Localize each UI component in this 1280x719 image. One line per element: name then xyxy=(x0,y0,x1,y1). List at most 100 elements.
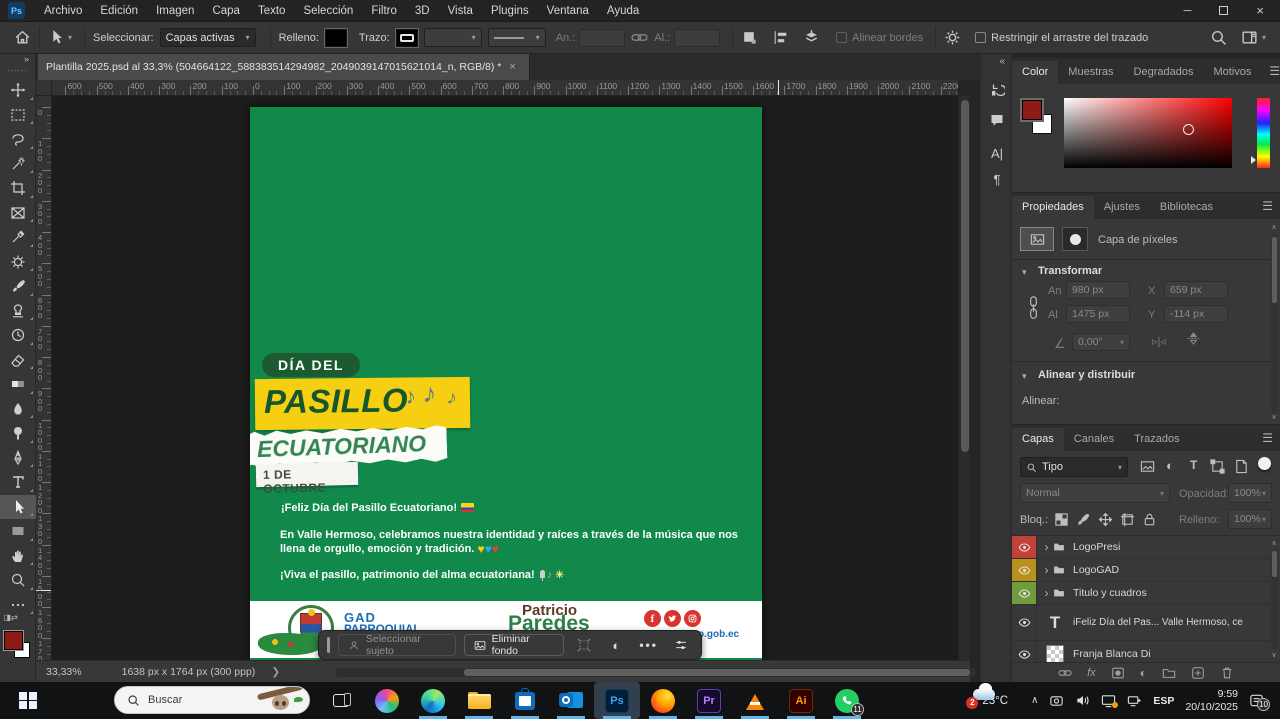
layer-row[interactable]: ›LogoPresi xyxy=(1012,536,1270,559)
menu-item-texto[interactable]: Texto xyxy=(249,5,295,17)
document-tab[interactable]: Plantilla 2025.psd al 33,3% (504664122_5… xyxy=(38,54,530,80)
layer-effects-icon[interactable]: fx xyxy=(1087,667,1096,679)
comments-icon[interactable] xyxy=(981,112,1013,128)
filter-shape-icon[interactable] xyxy=(1210,459,1225,474)
tab-capas[interactable]: Capas xyxy=(1012,428,1064,451)
eyedropper-tool[interactable] xyxy=(0,225,36,250)
layer-name[interactable]: LogoGAD xyxy=(1073,564,1119,576)
search-input[interactable]: Buscar xyxy=(114,686,310,714)
fill-swatch[interactable] xyxy=(325,29,347,47)
projecting-tray-icon[interactable] xyxy=(1101,693,1116,708)
healing-brush-tool[interactable] xyxy=(0,250,36,275)
tab-trazados[interactable]: Trazados xyxy=(1124,428,1189,451)
lasso-tool[interactable] xyxy=(0,127,36,152)
paragraph-panel-icon[interactable]: ¶ xyxy=(981,172,1013,187)
layer-name[interactable]: Titulo y cuadros xyxy=(1073,587,1147,599)
link-layers-icon[interactable] xyxy=(1058,666,1072,680)
vertical-ruler[interactable]: 01 0 02 0 03 0 04 0 05 0 06 0 07 0 08 0 … xyxy=(36,96,52,660)
workspace-caret[interactable]: ▾ xyxy=(1262,33,1266,42)
menu-item-plugins[interactable]: Plugins xyxy=(482,5,538,17)
notification-center-icon[interactable]: 10 xyxy=(1249,693,1264,708)
properties-scrollbar[interactable] xyxy=(1271,233,1278,413)
ruler-origin-corner[interactable] xyxy=(36,80,52,96)
history-brush-tool[interactable] xyxy=(0,323,36,348)
align-edges-checkbox[interactable] xyxy=(836,32,847,43)
filter-smartobject-icon[interactable] xyxy=(1234,459,1249,474)
menu-item-archivo[interactable]: Archivo xyxy=(35,5,91,17)
properties-sliders-icon[interactable] xyxy=(669,638,693,652)
status-flyout-icon[interactable]: ❯ xyxy=(271,666,280,678)
canvas-horizontal-scrollbar[interactable] xyxy=(336,668,976,677)
canvas-vertical-scrollbar[interactable] xyxy=(958,96,970,660)
visibility-eye-icon[interactable] xyxy=(1012,536,1037,558)
taskbar-app-edge[interactable] xyxy=(410,682,456,719)
width-field[interactable] xyxy=(579,29,625,47)
menu-item-ayuda[interactable]: Ayuda xyxy=(598,5,648,17)
flip-vertical-icon[interactable] xyxy=(1186,331,1201,346)
blur-tool[interactable] xyxy=(0,397,36,422)
tab-degradados[interactable]: Degradados xyxy=(1124,61,1204,84)
tab-muestras[interactable]: Muestras xyxy=(1058,61,1123,84)
foreground-color-swatch[interactable] xyxy=(4,631,23,650)
scroll-down-icon[interactable]: ∨ xyxy=(1270,413,1278,421)
tab-color[interactable]: Color xyxy=(1012,61,1058,84)
tab-propiedades[interactable]: Propiedades xyxy=(1012,196,1094,219)
taskbar-app-outlook[interactable] xyxy=(548,682,594,719)
pixel-layer-thumb-icon[interactable] xyxy=(1020,227,1054,251)
toolbar-expand-icon[interactable]: » xyxy=(24,54,35,68)
new-layer-icon[interactable] xyxy=(1191,666,1205,680)
constrain-path-checkbox[interactable] xyxy=(975,32,986,43)
eraser-tool[interactable] xyxy=(0,348,36,373)
select-mode-dropdown[interactable]: Capas activas▾ xyxy=(160,28,256,47)
path-arrangement-icon[interactable] xyxy=(803,29,820,46)
panel-menu-icon[interactable]: ☰ xyxy=(1261,64,1280,84)
home-icon[interactable] xyxy=(14,29,31,46)
layer-row[interactable]: TiFeliz Día del Pas... Valle Hermoso, ce xyxy=(1012,605,1270,641)
speaker-icon[interactable] xyxy=(1075,693,1090,708)
color-field[interactable] xyxy=(1064,98,1232,168)
move-tool-icon[interactable] xyxy=(48,29,65,46)
flip-horizontal-icon[interactable]: ▹|◃ xyxy=(1152,335,1166,348)
menu-item-edición[interactable]: Edición xyxy=(91,5,147,17)
menu-item-imagen[interactable]: Imagen xyxy=(147,5,203,17)
layer-name[interactable]: Franja Blanca Di xyxy=(1073,648,1151,660)
tab-close-icon[interactable]: × xyxy=(509,61,515,73)
link-wh-icon[interactable] xyxy=(1026,295,1041,321)
hue-slider[interactable] xyxy=(1257,98,1270,168)
rectangle-tool[interactable] xyxy=(0,519,36,544)
tab-motivos[interactable]: Motivos xyxy=(1203,61,1261,84)
group-folder-icon[interactable]: › xyxy=(1037,540,1073,554)
menu-item-filtro[interactable]: Filtro xyxy=(362,5,406,17)
tray-expand-icon[interactable]: ∧ xyxy=(1031,695,1038,706)
menu-item-ventana[interactable]: Ventana xyxy=(538,5,598,17)
taskbar-app-illustrator[interactable]: Ai xyxy=(778,682,824,719)
menu-item-selección[interactable]: Selección xyxy=(294,5,362,17)
angle-field[interactable]: 0,00°▾ xyxy=(1072,333,1130,351)
canvas-area[interactable]: DÍA DEL PASILLO ♪ ♪ ♪ ECUATORIANO 1 DE O… xyxy=(52,96,958,660)
taskbar-app-store[interactable] xyxy=(502,682,548,719)
taskbar-app-vlc[interactable] xyxy=(732,682,778,719)
taskbar-app-premiere[interactable]: Pr xyxy=(686,682,732,719)
group-folder-icon[interactable]: › xyxy=(1037,586,1073,600)
taskbar-app-photoshop[interactable]: Ps xyxy=(594,682,640,719)
section-collapse-icon[interactable]: ▾ xyxy=(1022,267,1027,278)
layer-name[interactable]: LogoPresi xyxy=(1073,541,1120,553)
pen-tool[interactable] xyxy=(0,446,36,471)
tab-ajustes[interactable]: Ajustes xyxy=(1094,196,1150,219)
layer-row[interactable]: ›Titulo y cuadros xyxy=(1012,582,1270,605)
object-selection-tool[interactable] xyxy=(0,152,36,177)
taskbar-app-copilot[interactable] xyxy=(364,682,410,719)
transform-icon[interactable] xyxy=(572,638,596,652)
lock-pixels-icon[interactable] xyxy=(1076,512,1091,527)
layer-row[interactable]: ›LogoGAD xyxy=(1012,559,1270,582)
snipping-tray-icon[interactable] xyxy=(1049,693,1064,708)
taskbar-drag-handle[interactable] xyxy=(327,637,330,653)
move-tool[interactable] xyxy=(0,78,36,103)
tab-bibliotecas[interactable]: Bibliotecas xyxy=(1150,196,1223,219)
type-tool[interactable] xyxy=(0,470,36,495)
text-layer-icon[interactable]: T xyxy=(1037,613,1073,633)
stroke-swatch[interactable] xyxy=(396,29,418,47)
height-field[interactable] xyxy=(674,29,720,47)
zoom-tool[interactable] xyxy=(0,568,36,593)
layer-filter-dropdown[interactable]: Tipo▾ xyxy=(1020,457,1128,477)
